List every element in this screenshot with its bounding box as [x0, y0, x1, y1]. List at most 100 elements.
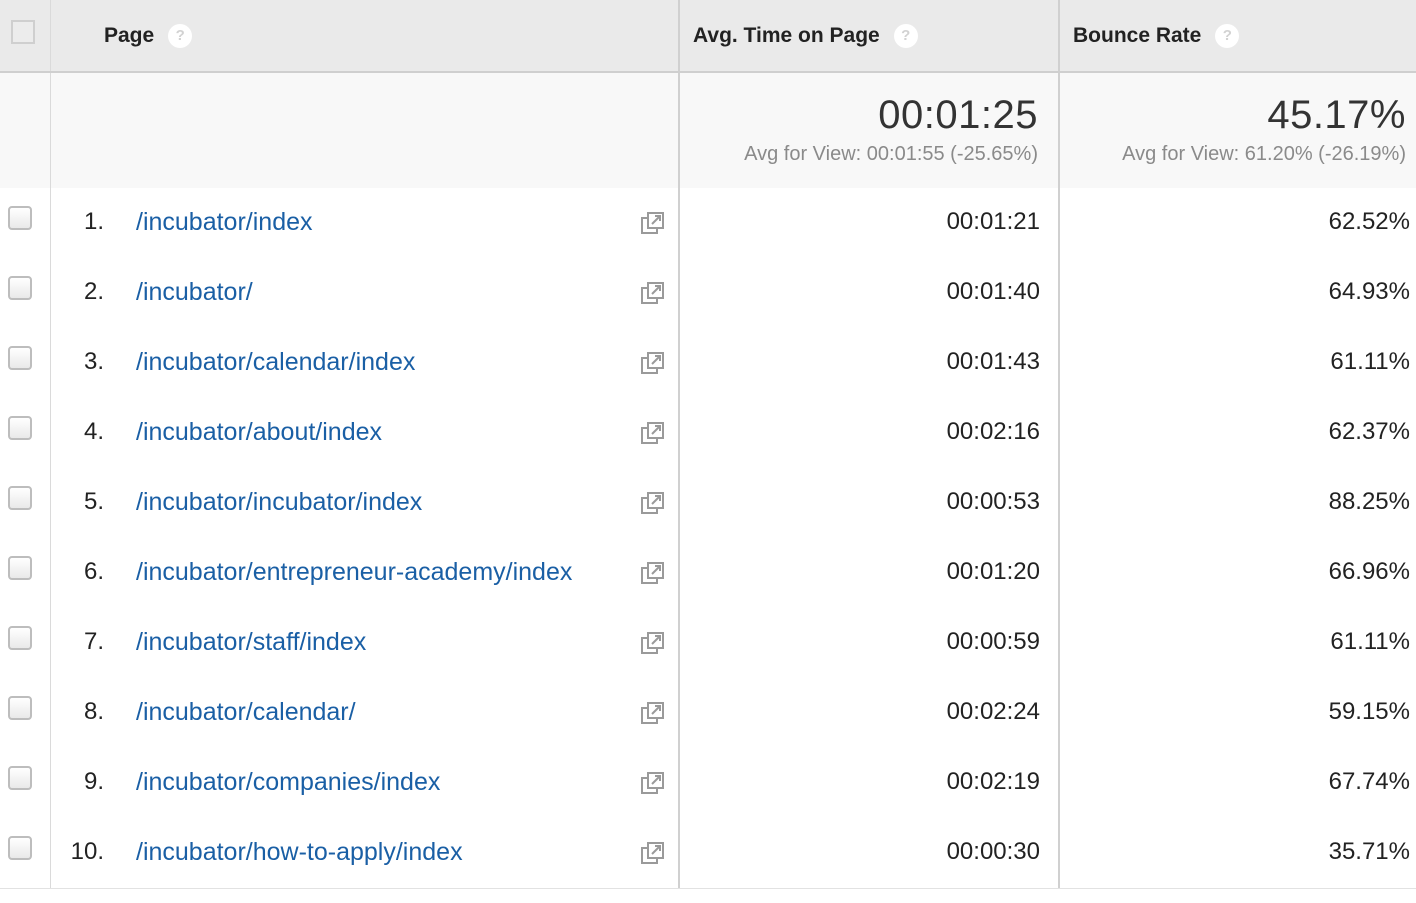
summary-page-cell: [51, 73, 680, 188]
external-link-icon[interactable]: [640, 490, 666, 516]
bounce-rate-value: 62.52%: [1328, 208, 1410, 235]
bounce-rate-total: 45.17%: [1267, 93, 1406, 137]
row-checkbox[interactable]: [8, 766, 32, 790]
bounce-rate-view-comparison: Avg for View: 61.20% (-26.19%): [1122, 143, 1406, 165]
external-link-icon[interactable]: [640, 770, 666, 796]
external-link-icon[interactable]: [640, 630, 666, 656]
header-page-cell[interactable]: Page ?: [51, 0, 680, 71]
table-row: 1. /incubator/index 00:01:21 62.52%: [0, 188, 1416, 259]
row-bounce-cell: 62.52%: [1060, 188, 1416, 258]
table-row: 4. /incubator/about/index 00:02:16 62.37…: [0, 398, 1416, 469]
help-icon[interactable]: ?: [168, 23, 193, 48]
row-page-cell: 8. /incubator/calendar/: [51, 678, 680, 748]
row-page-cell: 3. /incubator/calendar/index: [51, 328, 680, 398]
row-checkbox[interactable]: [8, 346, 32, 370]
row-time-cell: 00:01:40: [680, 258, 1060, 328]
avg-time-value: 00:02:24: [946, 698, 1040, 725]
summary-row: 00:01:25 Avg for View: 00:01:55 (-25.65%…: [0, 73, 1416, 189]
avg-time-value: 00:00:53: [946, 488, 1040, 515]
page-link[interactable]: /incubator/calendar/: [136, 698, 356, 727]
page-link[interactable]: /incubator/incubator/index: [136, 488, 422, 517]
help-icon[interactable]: ?: [1215, 23, 1240, 48]
row-checkbox-cell: [0, 748, 51, 818]
external-link-icon[interactable]: [640, 350, 666, 376]
row-checkbox[interactable]: [8, 626, 32, 650]
header-time-cell[interactable]: Avg. Time on Page ?: [680, 0, 1060, 71]
table-row: 8. /incubator/calendar/ 00:02:24 59.15%: [0, 678, 1416, 749]
row-time-cell: 00:01:21: [680, 188, 1060, 258]
external-link-icon[interactable]: [640, 210, 666, 236]
row-time-cell: 00:02:24: [680, 678, 1060, 748]
bounce-rate-value: 59.15%: [1328, 698, 1410, 725]
avg-time-value: 00:00:30: [946, 838, 1040, 865]
row-page-cell: 9. /incubator/companies/index: [51, 748, 680, 818]
row-bounce-cell: 64.93%: [1060, 258, 1416, 328]
row-checkbox[interactable]: [8, 836, 32, 860]
row-page-cell: 2. /incubator/: [51, 258, 680, 328]
bounce-rate-column-header[interactable]: Bounce Rate: [1073, 24, 1201, 48]
row-page-cell: 5. /incubator/incubator/index: [51, 468, 680, 538]
table-row: 9. /incubator/companies/index 00:02:19 6…: [0, 748, 1416, 819]
page-link[interactable]: /incubator/entrepreneur-academy/index: [136, 558, 572, 587]
page-link[interactable]: /incubator/calendar/index: [136, 348, 415, 377]
table-row: 2. /incubator/ 00:01:40 64.93%: [0, 258, 1416, 329]
summary-check-cell: [0, 73, 51, 188]
row-index: 3.: [83, 348, 104, 375]
row-index: 9.: [83, 768, 104, 795]
row-time-cell: 00:00:30: [680, 818, 1060, 888]
row-checkbox[interactable]: [8, 416, 32, 440]
data-table: Page ? Avg. Time on Page ? Bounce Rate ?…: [0, 0, 1416, 903]
avg-time-view-comparison: Avg for View: 00:01:55 (-25.65%): [744, 143, 1038, 165]
avg-time-column-header[interactable]: Avg. Time on Page: [693, 24, 880, 48]
row-checkbox[interactable]: [8, 556, 32, 580]
external-link-icon[interactable]: [640, 700, 666, 726]
row-checkbox-cell: [0, 538, 51, 608]
row-checkbox[interactable]: [8, 276, 32, 300]
avg-time-value: 00:00:59: [946, 628, 1040, 655]
table-row: 5. /incubator/incubator/index 00:00:53 8…: [0, 468, 1416, 539]
row-checkbox[interactable]: [8, 206, 32, 230]
page-link[interactable]: /incubator/companies/index: [136, 768, 440, 797]
row-index: 6.: [83, 558, 104, 585]
bounce-rate-value: 35.71%: [1328, 838, 1410, 865]
row-page-cell: 1. /incubator/index: [51, 188, 680, 258]
page-link[interactable]: /incubator/how-to-apply/index: [136, 838, 463, 867]
row-index: 7.: [83, 628, 104, 655]
table-row: 3. /incubator/calendar/index 00:01:43 61…: [0, 328, 1416, 399]
page-link[interactable]: /incubator/about/index: [136, 418, 382, 447]
row-time-cell: 00:01:43: [680, 328, 1060, 398]
row-index: 10.: [70, 838, 104, 865]
page-link[interactable]: /incubator/: [136, 278, 253, 307]
page-link[interactable]: /incubator/staff/index: [136, 628, 366, 657]
table-header: Page ? Avg. Time on Page ? Bounce Rate ?: [0, 0, 1416, 73]
row-time-cell: 00:00:53: [680, 468, 1060, 538]
row-checkbox-cell: [0, 188, 51, 258]
external-link-icon[interactable]: [640, 560, 666, 586]
bounce-rate-value: 64.93%: [1328, 278, 1410, 305]
summary-bounce-cell: 45.17% Avg for View: 61.20% (-26.19%): [1060, 73, 1416, 188]
bounce-rate-value: 61.11%: [1330, 628, 1410, 655]
page-link[interactable]: /incubator/index: [136, 208, 313, 237]
row-time-cell: 00:02:19: [680, 748, 1060, 818]
row-bounce-cell: 61.11%: [1060, 328, 1416, 398]
select-all-checkbox[interactable]: [11, 20, 35, 44]
help-icon[interactable]: ?: [893, 23, 918, 48]
table-row: 7. /incubator/staff/index 00:00:59 61.11…: [0, 608, 1416, 679]
row-checkbox-cell: [0, 258, 51, 328]
row-checkbox-cell: [0, 328, 51, 398]
header-bounce-cell[interactable]: Bounce Rate ?: [1060, 0, 1416, 71]
row-checkbox-cell: [0, 818, 51, 888]
row-checkbox-cell: [0, 608, 51, 678]
external-link-icon[interactable]: [640, 420, 666, 446]
summary-time-cell: 00:01:25 Avg for View: 00:01:55 (-25.65%…: [680, 73, 1060, 188]
row-page-cell: 7. /incubator/staff/index: [51, 608, 680, 678]
row-index: 1.: [83, 208, 104, 235]
row-checkbox[interactable]: [8, 486, 32, 510]
external-link-icon[interactable]: [640, 280, 666, 306]
row-index: 5.: [83, 488, 104, 515]
external-link-icon[interactable]: [640, 840, 666, 866]
row-checkbox[interactable]: [8, 696, 32, 720]
row-bounce-cell: 35.71%: [1060, 818, 1416, 888]
page-column-header[interactable]: Page: [104, 24, 154, 48]
row-checkbox-cell: [0, 398, 51, 468]
